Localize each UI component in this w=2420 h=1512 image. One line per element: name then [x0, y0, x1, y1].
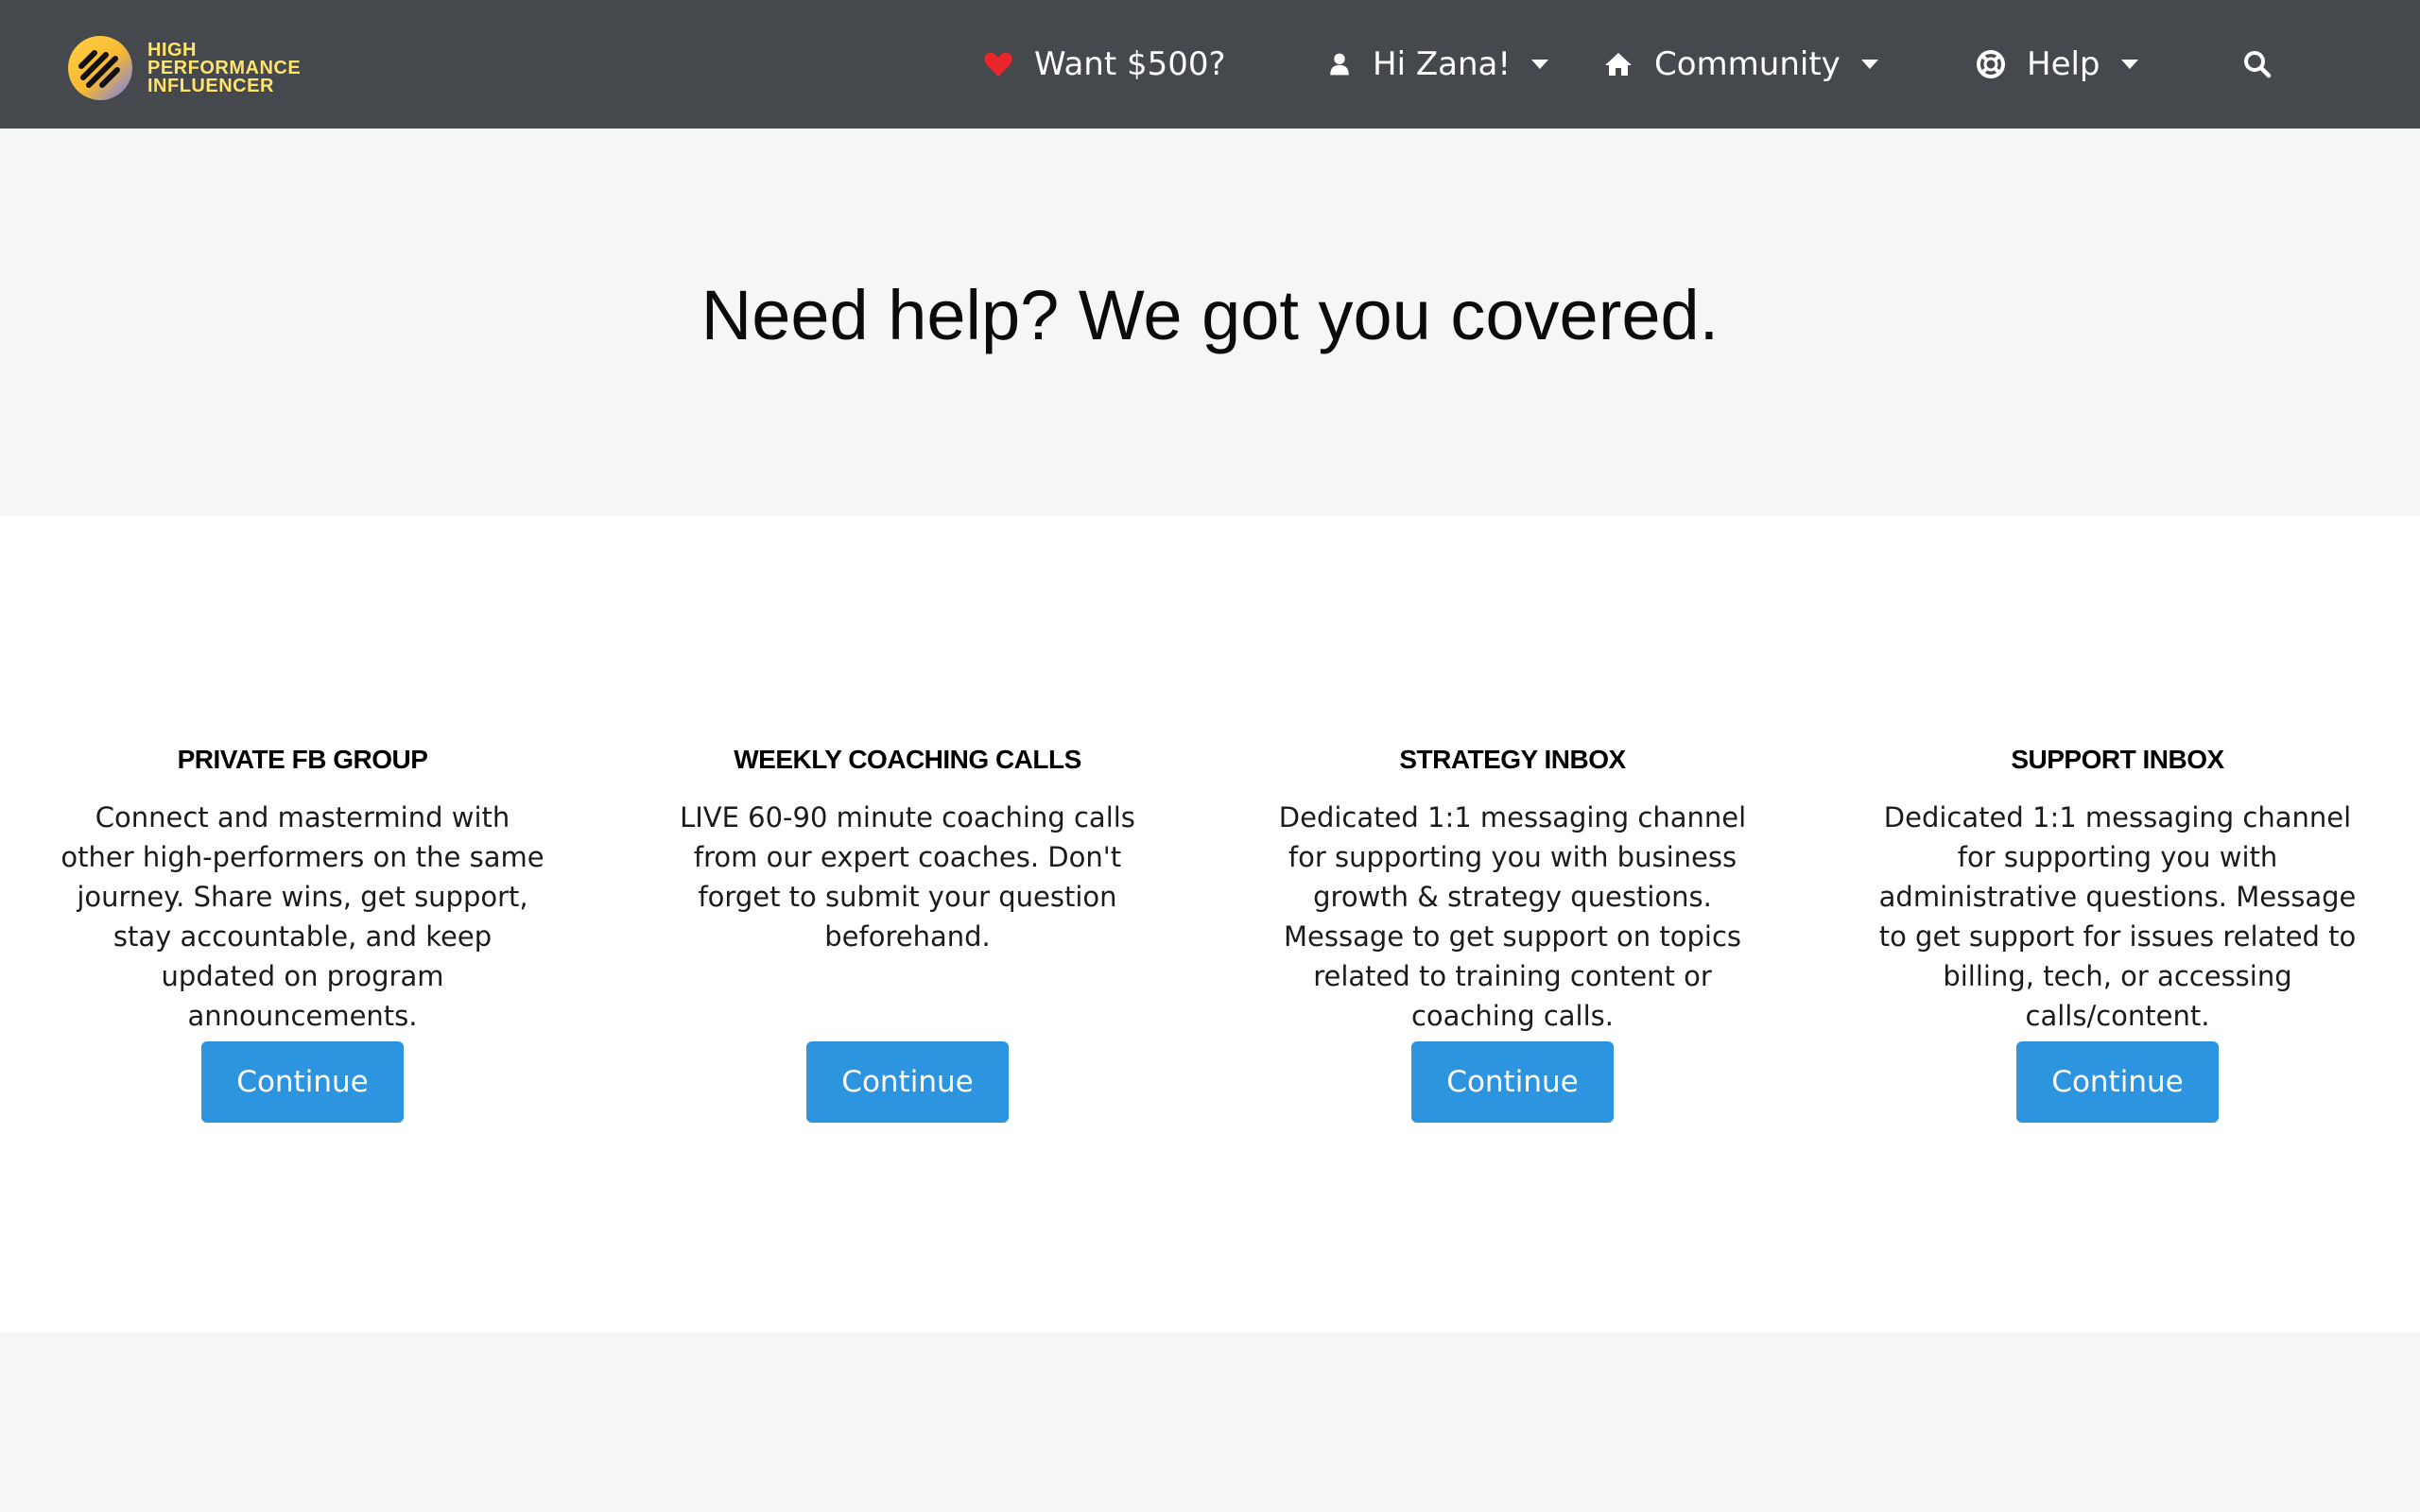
- top-navbar: High Performance Influencer Want $500? H…: [0, 0, 2420, 129]
- help-card-strategy-inbox: STRATEGY INBOX Dedicated 1:1 messaging c…: [1267, 743, 1758, 1123]
- help-card-description: LIVE 60-90 minute coaching calls from ou…: [680, 801, 1135, 953]
- help-card-description: Dedicated 1:1 messaging channel for supp…: [1878, 801, 2357, 1032]
- nav-help-label: Help: [2027, 45, 2100, 83]
- hero-section: Need help? We got you covered.: [0, 129, 2420, 516]
- help-card-fb-group: PRIVATE FB GROUP Connect and mastermind …: [57, 743, 548, 1123]
- nav-referral-link[interactable]: Want $500?: [983, 0, 1226, 129]
- help-card-title: SUPPORT INBOX: [2011, 745, 2224, 774]
- home-icon: [1605, 53, 1632, 76]
- brand-logo-line-3: Influencer: [147, 75, 274, 96]
- search-icon: [2244, 51, 2272, 78]
- nav-community-label: Community: [1654, 45, 1841, 83]
- heart-icon: [984, 52, 1012, 77]
- nav-referral-label: Want $500?: [1034, 45, 1226, 83]
- footer-band: [0, 1332, 2420, 1512]
- continue-button-coaching-calls[interactable]: Continue: [806, 1041, 1009, 1123]
- nav-user-label: Hi Zana!: [1373, 45, 1511, 83]
- brand-logo-line-2: Performance: [147, 57, 302, 78]
- nav-help-dropdown[interactable]: Help: [1976, 0, 2138, 129]
- help-card-description: Dedicated 1:1 messaging channel for supp…: [1278, 801, 1747, 1032]
- help-card-title: WEEKLY COACHING CALLS: [734, 745, 1081, 774]
- continue-button-support-inbox[interactable]: Continue: [2016, 1041, 2219, 1123]
- help-card-support-inbox: SUPPORT INBOX Dedicated 1:1 messaging ch…: [1872, 743, 2363, 1123]
- brand-logo-text: High Performance Influencer: [147, 39, 302, 96]
- help-options-section: PRIVATE FB GROUP Connect and mastermind …: [0, 516, 2420, 1332]
- continue-button-fb-group[interactable]: Continue: [201, 1041, 404, 1123]
- help-card-title: STRATEGY INBOX: [1399, 745, 1626, 774]
- nav-community-dropdown[interactable]: Community: [1603, 0, 1878, 129]
- help-card-coaching-calls: WEEKLY COACHING CALLS LIVE 60-90 minute …: [662, 743, 1153, 1123]
- brand-logo-icon: [68, 36, 132, 100]
- chevron-down-icon: [2120, 60, 2138, 69]
- page-title: Need help? We got you covered.: [700, 276, 1720, 354]
- chevron-down-icon: [1530, 60, 1548, 69]
- lifebuoy-icon: [1977, 50, 2005, 78]
- brand-logo-link[interactable]: High Performance Influencer: [66, 34, 301, 102]
- user-icon: [1330, 53, 1349, 76]
- chevron-down-icon: [1860, 60, 1878, 69]
- continue-button-strategy-inbox[interactable]: Continue: [1411, 1041, 1614, 1123]
- nav-search-button[interactable]: [2242, 0, 2273, 129]
- help-card-description: Connect and mastermind with other high-p…: [60, 801, 544, 1032]
- help-card-title: PRIVATE FB GROUP: [177, 745, 428, 774]
- brand-logo-line-1: High: [147, 39, 197, 60]
- nav-user-dropdown[interactable]: Hi Zana!: [1327, 0, 1548, 129]
